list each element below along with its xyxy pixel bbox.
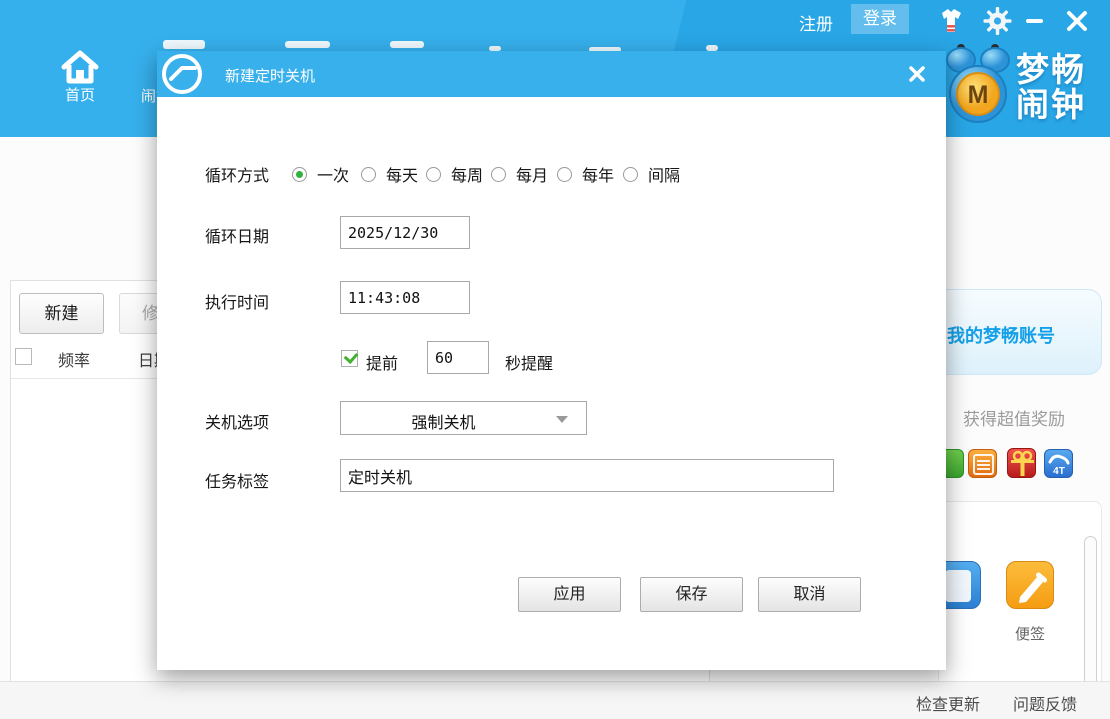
radio-label: 间隔 — [648, 162, 680, 186]
dialog-clock-icon — [161, 53, 203, 95]
lottery-icon[interactable] — [968, 449, 997, 478]
column-frequency: 频率 — [58, 347, 90, 371]
brand-name-line1: 梦畅 — [1016, 53, 1086, 86]
task-label-label: 任务标签 — [205, 468, 269, 492]
radio-circle — [623, 167, 638, 182]
4t-app-icon[interactable]: 4T — [1044, 449, 1073, 478]
nav-item-home[interactable]: 首页 — [52, 48, 108, 102]
task-label-input[interactable] — [340, 459, 834, 492]
radio-yearly[interactable]: 每年 — [557, 162, 614, 186]
feedback-link[interactable]: 问题反馈 — [1013, 691, 1077, 715]
gift-icon[interactable] — [1007, 448, 1036, 478]
radio-circle — [292, 167, 307, 182]
dialog-close-icon[interactable] — [907, 64, 927, 84]
shutdown-option-value: 强制关机 — [341, 409, 546, 433]
shutdown-option-label: 关机选项 — [205, 409, 269, 433]
radio-circle — [426, 167, 441, 182]
radio-label: 每月 — [516, 162, 548, 186]
nav-item-clock-partial[interactable]: 闹钟 — [141, 85, 157, 106]
apply-button[interactable]: 应用 — [518, 577, 621, 612]
radio-circle — [491, 167, 506, 182]
nav-icon-fragment — [285, 41, 330, 48]
save-button[interactable]: 保存 — [640, 577, 743, 612]
pencil-icon — [1007, 562, 1055, 610]
radio-monthly[interactable]: 每月 — [491, 162, 548, 186]
brand-name-line2: 闹钟 — [1016, 88, 1086, 121]
settings-gear-icon[interactable] — [983, 7, 1012, 35]
loop-date-input[interactable] — [340, 216, 470, 249]
nav-icon-fragment — [390, 41, 424, 48]
radio-daily[interactable]: 每天 — [361, 162, 418, 186]
nav-home-label: 首页 — [52, 84, 108, 105]
remind-suffix-label: 秒提醒 — [505, 350, 553, 374]
loop-mode-label: 循环方式 — [205, 162, 269, 186]
dialog-title: 新建定时关机 — [225, 65, 315, 86]
screen-glyph — [945, 570, 971, 602]
register-link[interactable]: 注册 — [799, 10, 833, 35]
notes-icon[interactable] — [1006, 561, 1054, 609]
dropdown-arrow-icon — [556, 416, 568, 423]
minimize-icon[interactable] — [1026, 19, 1043, 23]
exec-time-input[interactable] — [340, 281, 470, 314]
loop-date-label: 循环日期 — [205, 223, 269, 247]
radio-once[interactable]: 一次 — [292, 162, 349, 186]
remind-prefix-label: 提前 — [366, 350, 398, 374]
dialog-header: 新建定时关机 — [157, 51, 946, 97]
radio-circle — [557, 167, 572, 182]
radio-label: 每年 — [582, 162, 614, 186]
rewards-text: 获得超值奖励 — [963, 405, 1065, 430]
radio-label: 每天 — [386, 162, 418, 186]
4t-badge-text: 4T — [1053, 466, 1065, 477]
radio-label: 每周 — [451, 162, 483, 186]
new-shutdown-dialog: 新建定时关机 循环方式 一次 每天 每周 每月 每年 间隔 — [157, 51, 946, 670]
radio-label: 一次 — [317, 162, 349, 186]
radio-interval[interactable]: 间隔 — [623, 162, 680, 186]
skin-shirt-icon[interactable] — [936, 8, 967, 34]
brand-alarm-clock-logo: M — [944, 42, 1012, 132]
login-button[interactable]: 登录 — [851, 4, 909, 34]
exec-time-label: 执行时间 — [205, 289, 269, 313]
select-all-checkbox[interactable] — [15, 348, 32, 365]
check-update-link[interactable]: 检查更新 — [916, 691, 980, 715]
logo-letter: M — [968, 81, 989, 109]
app-window: 首页 闹钟 注册 登录 — [0, 0, 1110, 719]
radio-circle — [361, 167, 376, 182]
shutdown-option-select[interactable]: 强制关机 — [340, 401, 587, 435]
close-icon[interactable] — [1066, 10, 1088, 32]
remind-checkbox[interactable] — [341, 350, 358, 367]
radio-weekly[interactable]: 每周 — [426, 162, 483, 186]
remind-seconds-input[interactable] — [427, 341, 489, 374]
new-task-button[interactable]: 新建 — [19, 293, 104, 334]
cancel-button[interactable]: 取消 — [758, 577, 861, 612]
notes-label: 便签 — [1000, 623, 1060, 644]
nav-icon-fragment — [163, 40, 205, 49]
status-bar: 检查更新 问题反馈 — [0, 681, 1110, 719]
home-icon — [58, 48, 102, 84]
